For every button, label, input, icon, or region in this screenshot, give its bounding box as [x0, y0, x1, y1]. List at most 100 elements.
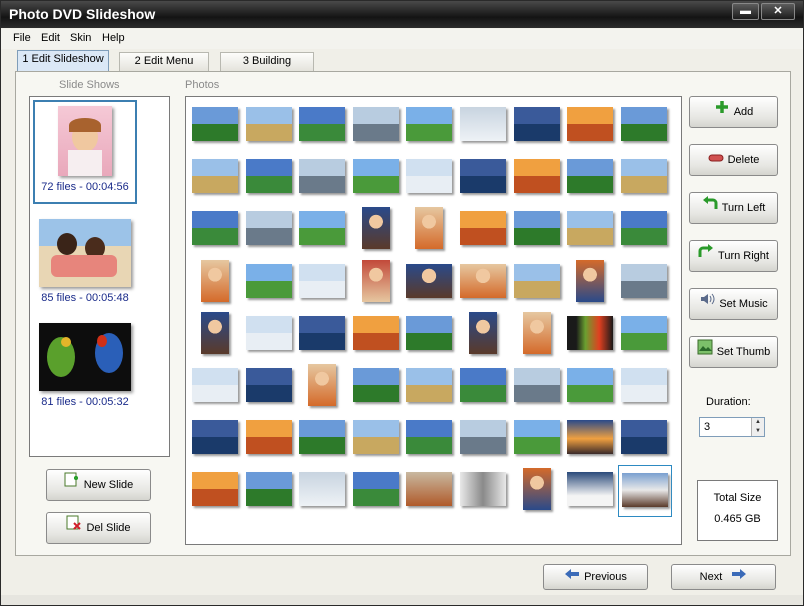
turn-left-button[interactable]: Turn Left — [689, 192, 778, 224]
new-slide-button[interactable]: New Slide — [46, 469, 151, 501]
photo-thumb-sky-clouds[interactable] — [189, 413, 243, 465]
photo-thumb-white-tiger[interactable] — [457, 465, 511, 517]
next-button[interactable]: Next — [671, 564, 776, 590]
photo-thumb-bridge[interactable] — [350, 100, 404, 152]
photo-thumb-blue-sky-field[interactable] — [457, 413, 511, 465]
photo-thumb-wheat-field[interactable] — [403, 413, 457, 465]
spin-up-icon[interactable]: ▲ — [752, 418, 764, 427]
photo-thumb-blue-sky[interactable] — [618, 257, 672, 309]
add-button[interactable]: Add — [689, 96, 778, 128]
set-thumb-button[interactable]: Set Thumb — [689, 336, 778, 368]
photo-thumb-garden[interactable] — [189, 361, 243, 413]
photo-thumb-mother-child[interactable] — [189, 309, 243, 361]
photo-thumb-terrace[interactable] — [618, 361, 672, 413]
photo-thumb-forest[interactable] — [243, 257, 297, 309]
photo-thumb-child-white[interactable] — [511, 309, 565, 361]
photo-thumb-sky-horizon[interactable] — [189, 100, 243, 152]
photo-thumb-beach[interactable] — [243, 100, 297, 152]
slideshow-item[interactable]: 85 files - 00:05:48 — [33, 215, 137, 315]
photo-thumb-church[interactable] — [243, 413, 297, 465]
menu-edit[interactable]: Edit — [41, 32, 60, 44]
photo-thumb-girl-portrait[interactable] — [457, 309, 511, 361]
photo-thumb-horizon[interactable] — [403, 309, 457, 361]
photo-thumb-clouds-field[interactable] — [296, 413, 350, 465]
photo-thumb-blue-sky-clouds[interactable] — [564, 100, 618, 152]
photo-thumb-lake[interactable] — [511, 257, 565, 309]
photo-thumb-green-valley[interactable] — [457, 204, 511, 256]
photo-thumb-eagle[interactable] — [617, 465, 672, 518]
photo-thumb-girl-colorful[interactable] — [296, 361, 350, 413]
photo-thumb-tree[interactable] — [296, 257, 350, 309]
photo-thumb-child-portrait[interactable] — [189, 257, 243, 309]
set-music-button[interactable]: Set Music — [689, 288, 778, 320]
photo-thumb-green-terrace[interactable] — [564, 361, 618, 413]
photo-thumb-clouds[interactable] — [243, 152, 297, 204]
photo-thumb-grass-sky[interactable] — [511, 413, 565, 465]
photo-thumb-cloudy-sky[interactable] — [457, 361, 511, 413]
tab-building[interactable]: 3 Building — [220, 52, 314, 71]
photo-thumb-field-sky[interactable] — [189, 465, 243, 517]
menu-skin[interactable]: Skin — [70, 32, 91, 44]
photo-thumb-tea-field[interactable] — [511, 361, 565, 413]
photo-thumb-blue-horizon[interactable] — [618, 413, 672, 465]
photo-thumb-parrot[interactable] — [564, 309, 618, 361]
slideshow-list[interactable]: 72 files - 00:04:56 85 files - 00:05:48 … — [29, 96, 170, 457]
turn-right-button[interactable]: Turn Right — [689, 240, 778, 272]
photo-thumb-tree-on-hill[interactable] — [350, 152, 404, 204]
photo-thumb-green-field[interactable] — [296, 100, 350, 152]
photo-thumb-green-tree[interactable] — [618, 309, 672, 361]
tab-edit-menu[interactable]: 2 Edit Menu — [119, 52, 209, 71]
minimize-button[interactable]: ▬ — [732, 3, 759, 20]
previous-button[interactable]: Previous — [543, 564, 648, 590]
delete-button[interactable]: Delete — [689, 144, 778, 176]
photo-thumb-tree-field[interactable] — [564, 204, 618, 256]
photo-thumb-child-standing[interactable] — [350, 257, 404, 309]
photo-thumb-kids-portrait[interactable] — [350, 204, 404, 256]
photo-thumb-sunset[interactable] — [564, 413, 618, 465]
photo-thumb-meadow[interactable] — [296, 152, 350, 204]
photo-thumb-snowy-peak[interactable] — [243, 309, 297, 361]
status-bar — [1, 595, 803, 605]
photo-thumb-lake-mountain[interactable] — [457, 152, 511, 204]
photo-thumb-blue-hills[interactable] — [350, 465, 404, 517]
photo-thumb-swan[interactable] — [564, 465, 618, 517]
photo-thumb-palm-beach[interactable] — [189, 204, 243, 256]
photo-thumb-white-clouds[interactable] — [350, 413, 404, 465]
photo-grid[interactable] — [185, 96, 682, 545]
photo-thumb-grass-field[interactable] — [296, 204, 350, 256]
menu-help[interactable]: Help — [102, 32, 125, 44]
photo-thumb-green-field[interactable] — [243, 465, 297, 517]
photo-thumb-ocean[interactable] — [403, 152, 457, 204]
photo-thumb-lake-mountain[interactable] — [296, 309, 350, 361]
photo-thumb-waterfall[interactable] — [350, 361, 404, 413]
slideshow-item[interactable]: 72 files - 00:04:56 — [33, 100, 137, 204]
photo-thumb-people-walking[interactable] — [243, 361, 297, 413]
photo-thumb-hazy-field[interactable] — [618, 204, 672, 256]
slideshow-item[interactable]: 81 files - 00:05:32 — [33, 319, 137, 419]
photo-thumb-blue-lake[interactable] — [350, 309, 404, 361]
close-button[interactable]: ✕ — [761, 3, 795, 20]
photo-thumb-kids-group[interactable] — [403, 257, 457, 309]
duration-stepper[interactable]: 3 ▲ ▼ — [699, 417, 765, 437]
photo-thumb-lake-tree[interactable] — [618, 100, 672, 152]
tab-edit-slideshow[interactable]: 1 Edit Slideshow — [17, 50, 109, 72]
photo-thumb-mountain-valley[interactable] — [189, 152, 243, 204]
photo-thumb-desert[interactable] — [403, 465, 457, 517]
menu-file[interactable]: File — [13, 32, 31, 44]
photo-thumb-green-hill[interactable] — [403, 100, 457, 152]
photo-thumb-mountain[interactable] — [511, 152, 565, 204]
photo-thumb-savanna[interactable] — [511, 100, 565, 152]
photo-thumb-family-group[interactable] — [403, 204, 457, 256]
photo-thumb-kids-smiling[interactable] — [457, 257, 511, 309]
photo-thumb-lake-shore[interactable] — [511, 204, 565, 256]
photo-thumb-dark-mountain[interactable] — [618, 152, 672, 204]
photo-thumb-snow-scene[interactable] — [457, 100, 511, 152]
del-slide-button[interactable]: Del Slide — [46, 512, 151, 544]
photo-thumb-person-portrait[interactable] — [564, 257, 618, 309]
photo-thumb-woman-red[interactable] — [511, 465, 565, 517]
spin-down-icon[interactable]: ▼ — [752, 427, 764, 436]
photo-thumb-river[interactable] — [403, 361, 457, 413]
photo-thumb-misty-hills[interactable] — [243, 204, 297, 256]
photo-thumb-cliff[interactable] — [564, 152, 618, 204]
photo-thumb-fog[interactable] — [296, 465, 350, 517]
